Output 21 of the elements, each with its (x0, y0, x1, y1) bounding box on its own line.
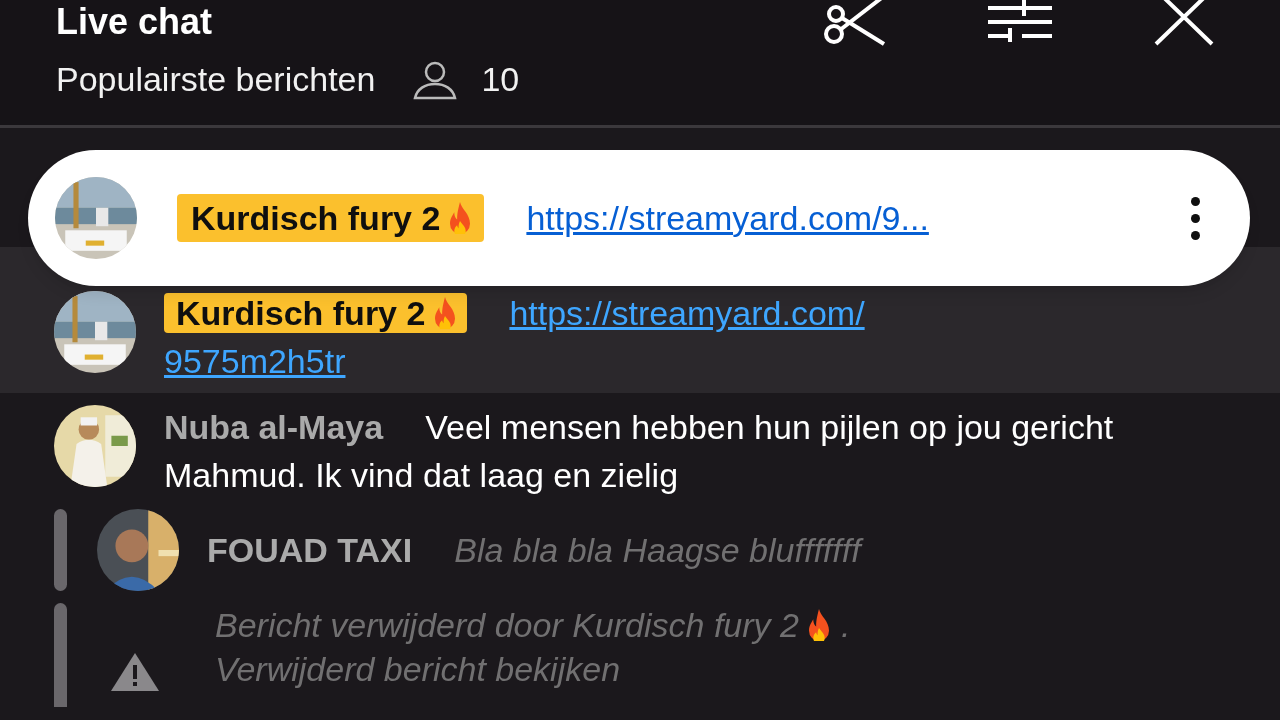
fire-icon (450, 202, 471, 234)
author-badge[interactable]: Kurdisch fury 2 (164, 293, 468, 333)
chat-message: Nuba al-Maya Veel mensen hebben hun pijlen op jou gericht Mahmud. Ik vind dat laag en zielig (164, 407, 1115, 496)
chat-mode-label[interactable]: Populairste berichten (56, 54, 376, 105)
settings-sliders-icon[interactable] (988, 0, 1052, 44)
fire-icon (435, 297, 456, 329)
deleted-notice: Bericht verwijderd door Kurdisch fury 2 (215, 605, 799, 646)
close-icon[interactable] (1152, 0, 1216, 46)
more-options-icon[interactable] (1191, 196, 1200, 240)
message-link[interactable]: https://streamyard.com/ (509, 289, 865, 337)
author-name[interactable]: FOUAD TAXI (207, 524, 413, 576)
message-link[interactable]: 9575m2h5tr (164, 337, 346, 385)
warning-icon (111, 653, 159, 691)
fire-icon (808, 609, 829, 641)
message-link[interactable]: https://streamyard.com/9... (526, 192, 929, 244)
scissors-icon[interactable] (822, 0, 888, 46)
punctuation: . (840, 605, 851, 646)
view-deleted-link[interactable]: Verwijderd bericht bekijken (215, 650, 621, 688)
chat-title: Live chat (56, 4, 213, 40)
viewer-count: 10 (481, 59, 520, 100)
author-badge[interactable]: Kurdisch fury 2 (177, 194, 485, 242)
